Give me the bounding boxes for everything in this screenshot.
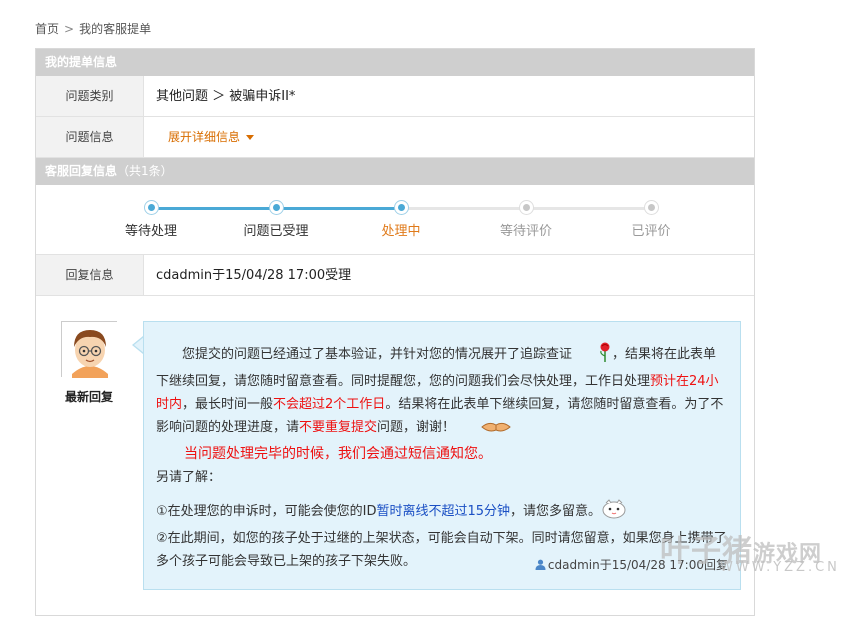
- step-label: 等待处理: [124, 224, 177, 239]
- rose-icon: [572, 342, 612, 370]
- cute-face-icon: [601, 497, 627, 527]
- sms-notice: 当问题处理完毕的时候，我们会通过短信通知您。: [184, 446, 492, 462]
- reply-text: ，最长时间一般: [182, 397, 274, 412]
- category-label: 问题类别: [36, 76, 144, 116]
- reply-info-row: 回复信息 cdadmin于15/04/28 17:00受理: [36, 255, 754, 296]
- site-watermark: 叶子猪游戏网 WWW.YZZ.CN: [660, 526, 860, 582]
- breadcrumb-separator: >: [64, 22, 75, 36]
- note-item-1: ①在处理您的申诉时，可能会使您的ID暂时离线不超过15分钟，请您多留意。: [156, 497, 728, 527]
- reply-text: 问题，谢谢！: [377, 420, 456, 435]
- reply-text-red: 不会超过2个工作日: [273, 397, 386, 412]
- step-label: 等待评价: [499, 224, 552, 239]
- reply-count: （共1条）: [117, 164, 173, 178]
- progress-step-pending: 等待处理: [106, 201, 196, 239]
- progress-step-await-rating: 等待评价: [481, 201, 571, 239]
- step-label: 问题已受理: [243, 224, 309, 239]
- step-dot-icon: [519, 201, 533, 214]
- step-dot-icon: [144, 201, 158, 214]
- reply-info-label: 回复信息: [36, 255, 144, 295]
- reply-text: ①在处理您的申诉时，可能会使您的ID: [156, 504, 377, 519]
- info-value: 展开详细信息: [144, 117, 754, 157]
- progress-tracker: 等待处理 问题已受理 处理中 等待评价 已评价: [36, 185, 754, 255]
- breadcrumb: 首页 > 我的客服提单: [35, 20, 151, 37]
- reply-area: 最新回复 您提交的问题已经通过了基本验证，并针对您的情况展开了追踪查证 ，结果将在…: [36, 296, 754, 614]
- reply-paragraph: 您提交的问题已经通过了基本验证，并针对您的情况展开了追踪查证 ，结果将在此表单下继…: [156, 342, 728, 443]
- avatar-icon: [62, 322, 118, 378]
- avatar: [61, 321, 118, 378]
- expand-details-button[interactable]: 展开详细信息: [168, 130, 255, 144]
- reply-section-title: 客服回复信息: [45, 164, 118, 178]
- progress-step-processing: 处理中: [356, 201, 446, 239]
- caret-down-icon: [246, 135, 255, 140]
- also-note-heading: 另请了解：: [156, 470, 222, 485]
- progress-step-rated: 已评价: [606, 201, 696, 239]
- person-icon: [535, 555, 546, 570]
- info-label: 问题信息: [36, 117, 144, 157]
- step-dot-icon: [394, 201, 408, 214]
- reply-text-blue: 暂时离线不超过15分钟: [376, 504, 511, 519]
- reply-section-header: 客服回复信息（共1条）: [36, 158, 754, 185]
- latest-reply-label: 最新回复: [64, 390, 113, 404]
- reply-text-red: 不要重复提交: [299, 420, 378, 435]
- ticket-panel: 我的提单信息 问题类别 其他问题 ＞ 被骗申诉II* 问题信息 展开详细信息 客…: [35, 48, 755, 616]
- step-label: 已评价: [631, 224, 671, 239]
- step-label: 处理中: [381, 224, 421, 239]
- step-dot-icon: [269, 201, 283, 214]
- reply-info-value: cdadmin于15/04/28 17:00受理: [156, 268, 352, 283]
- reply-bubble: 您提交的问题已经通过了基本验证，并针对您的情况展开了追踪查证 ，结果将在此表单下继…: [143, 321, 741, 590]
- reply-text: 您提交的问题已经通过了基本验证，并针对您的情况展开了追踪查证: [182, 347, 573, 362]
- step-dot-icon: [644, 201, 658, 214]
- reply-text: ，请您多留意。: [510, 504, 602, 519]
- category-value: 其他问题 ＞ 被骗申诉II*: [156, 89, 296, 104]
- watermark-url: WWW.YZZ.CN: [720, 560, 840, 575]
- ticket-section-title: 我的提单信息: [45, 55, 118, 69]
- expand-details-label: 展开详细信息: [168, 130, 241, 144]
- ticket-section-header: 我的提单信息: [36, 49, 754, 76]
- progress-step-accepted: 问题已受理: [231, 201, 321, 239]
- breadcrumb-current: 我的客服提单: [79, 22, 152, 36]
- handshake-icon: [455, 419, 511, 443]
- breadcrumb-home-link[interactable]: 首页: [35, 22, 59, 36]
- category-row: 问题类别 其他问题 ＞ 被骗申诉II*: [36, 76, 754, 117]
- info-row: 问题信息 展开详细信息: [36, 117, 754, 158]
